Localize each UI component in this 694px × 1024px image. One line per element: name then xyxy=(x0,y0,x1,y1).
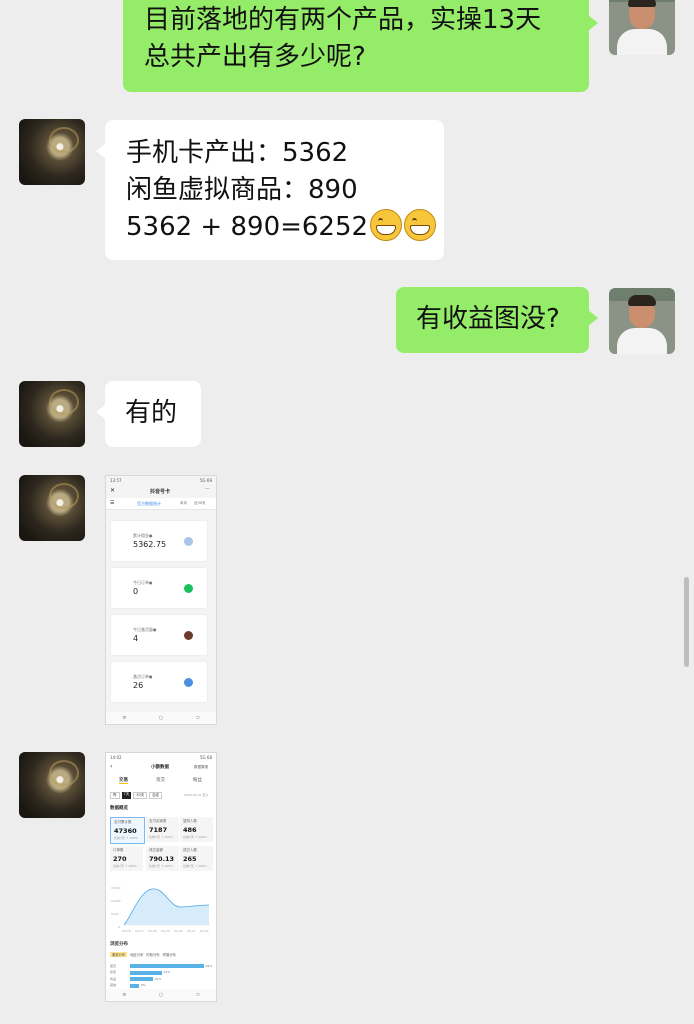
stat-card: 累计佣金● 5362.75 xyxy=(111,521,207,561)
stat-icon xyxy=(184,631,193,640)
nav-bar: ≡ ○ ⊃ xyxy=(106,712,216,724)
bar-label: 商品 xyxy=(110,976,117,981)
bar-label: 其他 xyxy=(110,983,117,987)
distribution-bar xyxy=(130,964,204,968)
distribution-bar xyxy=(130,977,153,981)
verified-icon xyxy=(184,678,193,687)
filter: 近30天 xyxy=(194,501,206,505)
message-line: 5362 + 890=6252 xyxy=(126,212,369,242)
tab: 资交 xyxy=(156,778,165,783)
metric-cell: 成交人数 265 比前7天 ↑ 100% xyxy=(180,846,213,871)
stat-card: 今日激活量● 4 xyxy=(111,615,207,655)
message-line: 目前落地的有两个产品，实操13天 xyxy=(144,5,542,35)
message-line: 有的 xyxy=(125,398,178,428)
my-avatar[interactable] xyxy=(609,0,675,55)
message-bubble-received[interactable]: 有的 xyxy=(96,381,201,447)
dist-tabs: 渠道分布 地区分布 时段分布 终端分布 xyxy=(110,952,176,957)
bar-value: 49% xyxy=(205,963,213,968)
contact-avatar[interactable] xyxy=(19,475,85,541)
bar-label: 搜索 xyxy=(110,970,117,974)
message-bubble-sent[interactable]: 目前落地的有两个产品，实操13天 总共产出有多少呢? xyxy=(123,0,598,92)
message-line-with-emoji: 5362 + 890=6252 xyxy=(126,209,444,246)
x-tick: 05-02 xyxy=(200,929,209,933)
contact-avatar[interactable] xyxy=(19,119,85,185)
y-tick: 15000 xyxy=(111,886,121,890)
x-tick: 04-27 xyxy=(135,929,144,933)
contact-avatar[interactable] xyxy=(19,381,85,447)
back-icon: ✕ xyxy=(110,487,116,494)
screen-title: 小额数据 xyxy=(151,765,169,770)
image-message-screenshot[interactable]: 13:57 5G 69 ✕ 抖音号卡 ··· ☰ 官方数据统计 本月 近30天 累… xyxy=(105,475,217,725)
scrollbar[interactable] xyxy=(684,577,689,667)
screen-title: 抖音号卡 xyxy=(150,489,171,495)
message-bubble-sent[interactable]: 有收益图没? xyxy=(396,287,598,353)
image-message-screenshot[interactable]: 14:02 5G 68 ‹ 小额数据 数据周报 交易 资交 粉丝 昨 7天 30天… xyxy=(105,752,217,1002)
message-line: 有收益图没? xyxy=(416,304,560,334)
y-tick: 10000 xyxy=(111,899,121,903)
filter: 本月 xyxy=(180,501,187,505)
stat-icon xyxy=(184,537,193,546)
bar-value: 15% xyxy=(154,976,162,981)
x-tick: 04-28 xyxy=(148,929,157,933)
message-line: 手机卡产出：5362 xyxy=(126,138,349,168)
my-avatar[interactable] xyxy=(609,288,675,354)
section-title: 浏览分布 xyxy=(110,942,128,947)
metric-cell: 订单数 270 比前7天 ↑ 100% xyxy=(110,846,143,871)
message-line: 闲鱼虚拟商品：890 xyxy=(126,175,358,205)
x-tick: 04-29 xyxy=(161,929,170,933)
contact-avatar[interactable] xyxy=(19,752,85,818)
x-tick: 05-01 xyxy=(187,929,196,933)
back-icon: ‹ xyxy=(110,763,113,770)
report-link: 数据周报 xyxy=(194,765,208,769)
tab-active: 官方数据统计 xyxy=(137,501,161,506)
y-tick: 0 xyxy=(118,925,120,929)
status-bar: 14:02 5G 68 xyxy=(110,755,212,760)
metric-cell: 复购人数 486 比前7天 ↑ 100% xyxy=(180,817,213,842)
trend-chart: 15000 10000 5000 0 04-26 04-27 04-28 04-29 0… xyxy=(111,886,210,933)
distribution-bar xyxy=(130,970,162,975)
status-bar: 13:57 5G 69 xyxy=(110,478,212,483)
tab-active: 交易 xyxy=(119,778,128,784)
message-bubble-received[interactable]: 手机卡产出：5362 闲鱼虚拟商品：890 5362 + 890=6252 xyxy=(96,120,444,260)
tab: 粉丝 xyxy=(193,778,202,783)
grinning-emoji-icon xyxy=(404,209,437,241)
x-tick: 04-26 xyxy=(122,929,131,933)
metric-cell: 成交金额 790.13 比前7天 ↑ 100% xyxy=(146,846,179,871)
section-title: 数据概览 xyxy=(110,806,128,811)
bar-value: 6% xyxy=(141,983,146,987)
nav-bar: ≡ ○ ⊃ xyxy=(106,989,216,1001)
distribution-bar xyxy=(130,983,139,988)
grinning-emoji-icon xyxy=(370,209,403,241)
stat-card: 激活订单● 26 xyxy=(111,662,207,702)
y-tick: 5000 xyxy=(111,912,119,916)
bar-value: 21% xyxy=(163,970,171,974)
metric-cell: 支付累计数 47360 比前7天 ↑ 100% xyxy=(110,817,145,844)
check-icon xyxy=(184,584,193,593)
message-line: 总共产出有多少呢? xyxy=(144,42,366,72)
bar-label: 首页 xyxy=(110,963,117,968)
metric-cell: 支付买家数 7187 比前7天 ↑ 100% xyxy=(146,817,179,842)
x-tick: 04-30 xyxy=(174,929,183,933)
more-icon: ··· xyxy=(205,486,210,492)
trend-area xyxy=(124,888,209,925)
date-range: 2024-04-01 至今 xyxy=(184,793,209,797)
range-tabs: 昨 7天 30天 自定 xyxy=(110,792,163,799)
stat-card: 今日订单● 0 xyxy=(111,568,207,608)
tab-bar: ☰ 官方数据统计 本月 近30天 xyxy=(106,498,216,510)
menu-icon: ☰ xyxy=(110,500,115,506)
